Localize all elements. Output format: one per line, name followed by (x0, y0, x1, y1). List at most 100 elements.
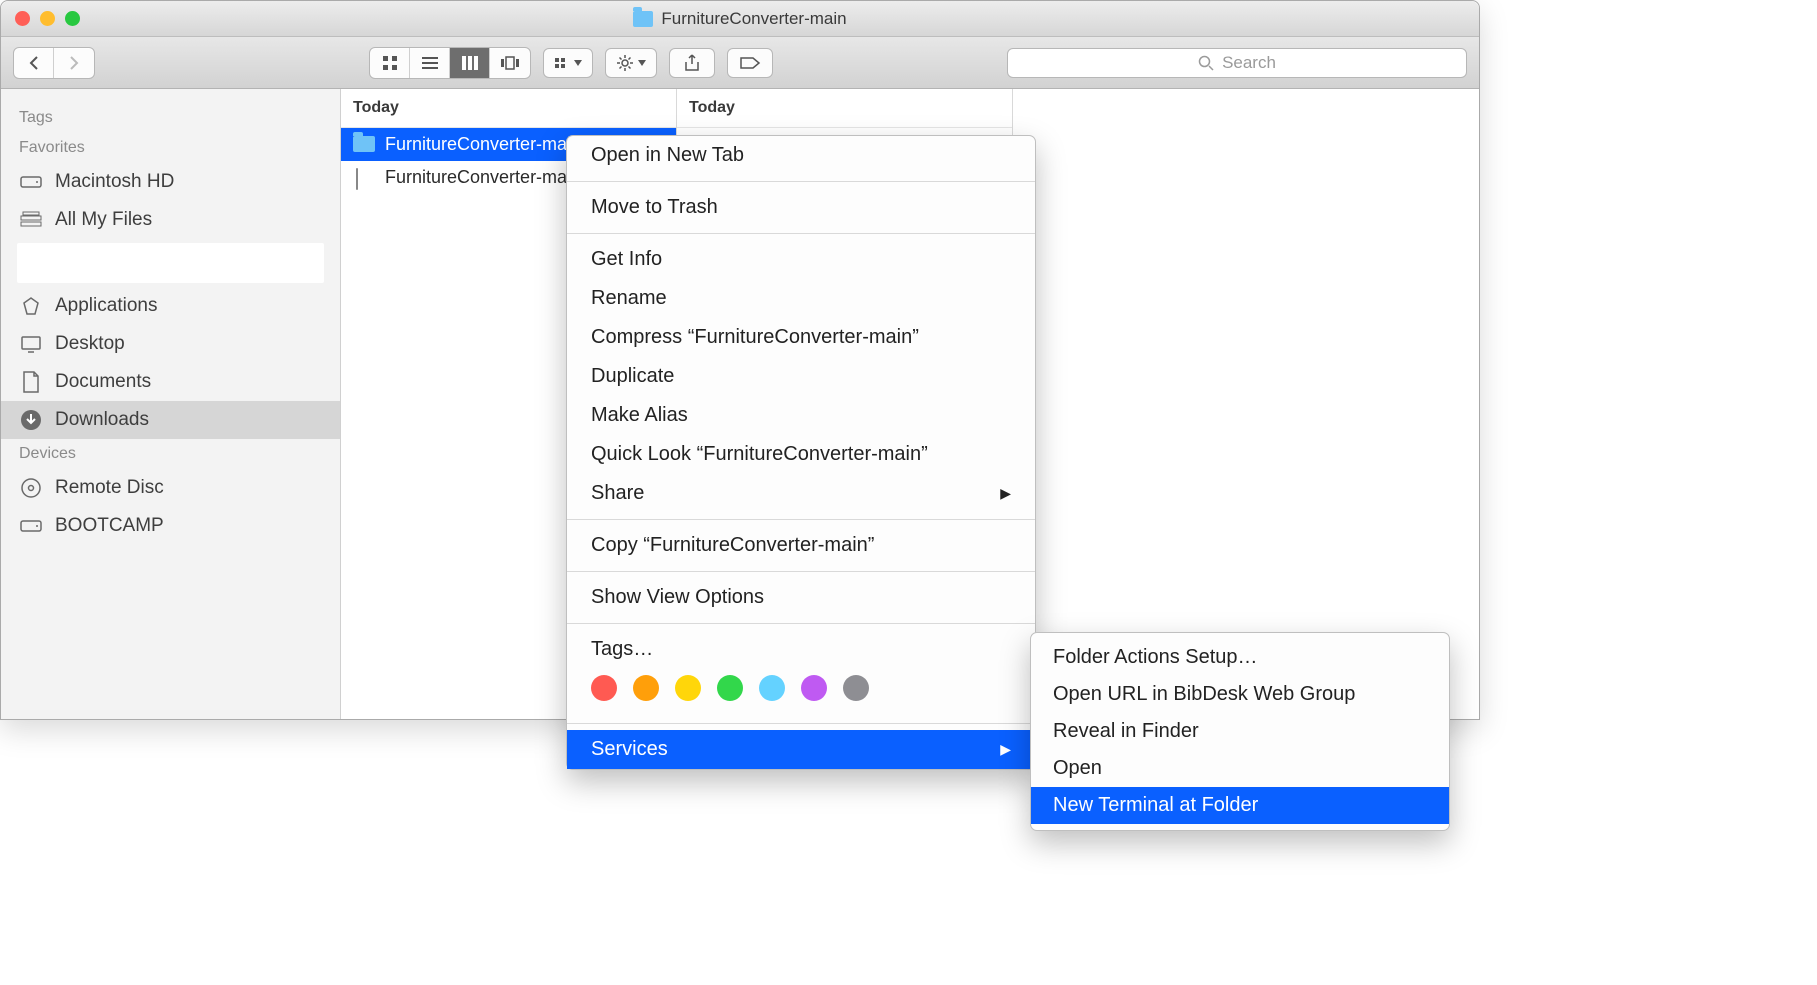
sidebar-item-label: Desktop (55, 333, 125, 355)
search-placeholder: Search (1222, 53, 1276, 73)
sidebar-item-bootcamp[interactable]: BOOTCAMP (1, 507, 340, 545)
all-files-icon (19, 210, 43, 230)
minimize-window-button[interactable] (40, 11, 55, 26)
action-button[interactable] (605, 48, 657, 78)
tag-color-dot[interactable] (591, 675, 617, 701)
context-menu-item[interactable]: Copy “FurnitureConverter-main” (567, 526, 1035, 565)
context-menu-label: Services (591, 738, 668, 761)
context-menu-item[interactable]: Quick Look “FurnitureConverter-main” (567, 435, 1035, 474)
coverflow-view-button[interactable] (490, 48, 530, 78)
sidebar-section-header: Favorites (1, 133, 340, 163)
context-menu-label: Get Info (591, 248, 662, 271)
sidebar-item-label: BOOTCAMP (55, 515, 164, 537)
tag-color-dot[interactable] (843, 675, 869, 701)
window-title-text: FurnitureConverter-main (661, 9, 846, 29)
sidebar-item-label: Documents (55, 371, 151, 393)
hd-icon (19, 172, 43, 192)
downloads-icon (19, 410, 43, 430)
context-menu-label: Duplicate (591, 365, 674, 388)
context-menu-item[interactable]: Duplicate (567, 357, 1035, 396)
icon-view-button[interactable] (370, 48, 410, 78)
sidebar-item-documents[interactable]: Documents (1, 363, 340, 401)
context-menu-label: Quick Look “FurnitureConverter-main” (591, 443, 928, 466)
context-menu-label: Copy “FurnitureConverter-main” (591, 534, 874, 557)
tag-color-dot[interactable] (633, 675, 659, 701)
submenu-item[interactable]: Folder Actions Setup… (1031, 639, 1449, 676)
list-view-button[interactable] (410, 48, 450, 78)
submenu-arrow-icon: ▶ (1000, 485, 1011, 502)
sidebar: TagsFavoritesMacintosh HDAll My FilesApp… (1, 89, 341, 719)
documents-icon (19, 372, 43, 392)
view-mode-segment (369, 47, 531, 79)
titlebar: FurnitureConverter-main (1, 1, 1479, 37)
context-menu-label: Rename (591, 287, 667, 310)
menu-separator (567, 181, 1035, 182)
sidebar-item-macintosh-hd[interactable]: Macintosh HD (1, 163, 340, 201)
share-button[interactable] (669, 48, 715, 78)
context-menu-item[interactable]: Tags… (567, 630, 1035, 669)
sidebar-item-label: Remote Disc (55, 477, 164, 499)
submenu-item[interactable]: Open (1031, 750, 1449, 787)
context-menu-item[interactable]: Show View Options (567, 578, 1035, 617)
menu-separator (567, 623, 1035, 624)
context-menu-label: Compress “FurnitureConverter-main” (591, 326, 919, 349)
context-menu-label: Open in New Tab (591, 144, 744, 167)
desktop-icon (19, 334, 43, 354)
tag-color-dot[interactable] (717, 675, 743, 701)
context-menu-item[interactable]: Rename (567, 279, 1035, 318)
context-menu-item[interactable]: Share ▶ (567, 474, 1035, 513)
context-menu-label: Tags… (591, 638, 653, 661)
folder-icon (353, 136, 375, 154)
sidebar-item-desktop[interactable]: Desktop (1, 325, 340, 363)
context-menu-label: Move to Trash (591, 196, 718, 219)
context-menu-item[interactable]: Open in New Tab (567, 136, 1035, 175)
context-menu-item[interactable]: Compress “FurnitureConverter-main” (567, 318, 1035, 357)
tag-color-dot[interactable] (759, 675, 785, 701)
forward-button[interactable] (54, 48, 94, 78)
menu-separator (567, 519, 1035, 520)
context-menu-item[interactable]: Get Info (567, 240, 1035, 279)
menu-separator (567, 233, 1035, 234)
context-menu-label: Share (591, 482, 644, 505)
column-header: Today (341, 89, 676, 128)
context-menu-item[interactable]: Services ▶ (567, 730, 1035, 769)
context-menu-item[interactable]: Make Alias (567, 396, 1035, 435)
submenu-arrow-icon: ▶ (1000, 741, 1011, 758)
menu-separator (567, 723, 1035, 724)
search-field[interactable]: Search (1007, 48, 1467, 78)
close-window-button[interactable] (15, 11, 30, 26)
column-view-button[interactable] (450, 48, 490, 78)
edit-tags-button[interactable] (727, 48, 773, 78)
sidebar-item-label: Applications (55, 295, 157, 317)
toolbar: Search (1, 37, 1479, 89)
submenu-item[interactable]: Open URL in BibDesk Web Group (1031, 676, 1449, 713)
window-controls (15, 11, 80, 26)
folder-icon (633, 11, 653, 27)
applications-icon (19, 296, 43, 316)
sidebar-item-label: Macintosh HD (55, 171, 174, 193)
document-icon (353, 169, 375, 187)
maximize-window-button[interactable] (65, 11, 80, 26)
sidebar-item-downloads[interactable]: Downloads (1, 401, 340, 439)
tag-color-dot[interactable] (675, 675, 701, 701)
tag-color-row (567, 669, 1035, 717)
back-button[interactable] (14, 48, 54, 78)
hd-icon (19, 516, 43, 536)
sidebar-item-applications[interactable]: Applications (1, 287, 340, 325)
disc-icon (19, 478, 43, 498)
window-title: FurnitureConverter-main (1, 9, 1479, 29)
context-menu-label: Make Alias (591, 404, 688, 427)
submenu-item[interactable]: New Terminal at Folder (1031, 787, 1449, 824)
search-icon (1198, 55, 1214, 71)
file-label: FurnitureConverter-main (385, 134, 581, 155)
context-menu-item[interactable]: Move to Trash (567, 188, 1035, 227)
arrange-button[interactable] (543, 48, 593, 78)
sidebar-item-all-my-files[interactable]: All My Files (1, 201, 340, 239)
context-menu-label: Show View Options (591, 586, 764, 609)
column-header: Today (677, 89, 1012, 128)
tag-color-dot[interactable] (801, 675, 827, 701)
submenu-item[interactable]: Reveal in Finder (1031, 713, 1449, 750)
sidebar-section-header: Devices (1, 439, 340, 469)
context-menu: Open in New Tab Move to Trash Get Info Rena… (566, 135, 1036, 770)
sidebar-item-remote-disc[interactable]: Remote Disc (1, 469, 340, 507)
